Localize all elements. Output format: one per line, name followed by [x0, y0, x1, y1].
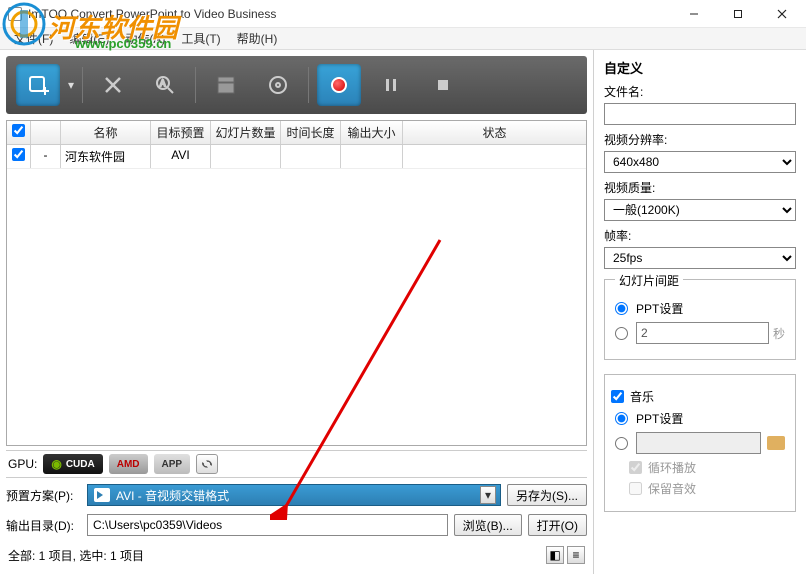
row-checkbox[interactable] — [12, 148, 25, 161]
music-fieldset: 音乐 PPT设置 循环播放 保留音效 — [604, 374, 796, 512]
menu-tool[interactable]: 工具(T) — [175, 28, 226, 49]
menu-action[interactable]: 动作(A) — [119, 28, 171, 49]
menu-help[interactable]: 帮助(H) — [231, 28, 284, 49]
resolution-select[interactable]: 640x480 — [604, 151, 796, 173]
delete-button[interactable] — [91, 64, 135, 106]
header-checkbox[interactable] — [7, 121, 31, 144]
keep-sfx-checkbox — [629, 482, 642, 495]
music-checkbox[interactable] — [611, 390, 624, 403]
record-icon — [331, 77, 347, 93]
loop-checkbox — [629, 461, 642, 474]
output-dir-input[interactable] — [87, 514, 448, 536]
add-file-button[interactable] — [16, 64, 60, 106]
window-title: ImTOO Convert PowerPoint to Video Busine… — [28, 7, 672, 21]
interval-legend: 幻灯片间距 — [615, 272, 683, 289]
pause-button[interactable] — [369, 64, 413, 106]
header-duration[interactable]: 时间长度 — [281, 121, 341, 144]
folder-icon[interactable] — [767, 436, 785, 450]
interval-fieldset: 幻灯片间距 PPT设置 秒 — [604, 279, 796, 360]
header-status[interactable]: 状态 — [403, 121, 586, 144]
maximize-button[interactable] — [716, 0, 760, 28]
file-table: 名称 目标预置 幻灯片数量 时间长度 输出大小 状态 - 河东软件园 AVI — [6, 120, 587, 446]
resolution-label: 视频分辨率: — [604, 131, 796, 148]
amd-badge[interactable]: AMD — [109, 454, 148, 474]
filename-input[interactable] — [604, 103, 796, 125]
output-label: 输出目录(D): — [6, 517, 81, 534]
gpu-label: GPU: — [6, 457, 37, 471]
table-header: 名称 目标预置 幻灯片数量 时间长度 输出大小 状态 — [7, 121, 586, 145]
table-row[interactable]: - 河东软件园 AVI — [7, 145, 586, 169]
header-preset[interactable]: 目标预置 — [151, 121, 211, 144]
open-button[interactable]: 打开(O) — [528, 514, 587, 536]
close-button[interactable] — [760, 0, 804, 28]
status-text: 全部: 1 项目, 选中: 1 项目 — [8, 547, 144, 564]
disc-button[interactable] — [256, 64, 300, 106]
quality-label: 视频质量: — [604, 179, 796, 196]
interval-seconds-input — [636, 322, 769, 344]
chevron-down-icon: ▾ — [480, 486, 496, 504]
properties-panel: 自定义 文件名: 视频分辨率: 640x480 视频质量: 一般(1200K) … — [593, 50, 806, 574]
search-button[interactable]: A — [143, 64, 187, 106]
menu-file[interactable]: 文件(F) — [8, 28, 59, 49]
header-slides[interactable]: 幻灯片数量 — [211, 121, 281, 144]
settings-button[interactable] — [196, 454, 218, 474]
menu-edit[interactable]: 编辑(E) — [63, 28, 115, 49]
saveas-button[interactable]: 另存为(S)... — [507, 484, 587, 506]
music-ppt-radio[interactable] — [615, 412, 628, 425]
gpu-bar: GPU: ◉CUDA AMD APP — [6, 450, 587, 478]
preset-icon — [94, 488, 110, 502]
titlebar: ImTOO Convert PowerPoint to Video Busine… — [0, 0, 806, 28]
cuda-badge[interactable]: ◉CUDA — [43, 454, 102, 474]
menubar: 文件(F) 编辑(E) 动作(A) 工具(T) 帮助(H) — [0, 28, 806, 50]
header-size[interactable]: 输出大小 — [341, 121, 403, 144]
interval-custom-radio[interactable] — [615, 327, 628, 340]
music-path-input — [636, 432, 761, 454]
filename-label: 文件名: — [604, 83, 796, 100]
status-icon-2[interactable]: ≡ — [567, 546, 585, 564]
header-name[interactable]: 名称 — [61, 121, 151, 144]
clapper-button[interactable] — [204, 64, 248, 106]
stop-button[interactable] — [421, 64, 465, 106]
svg-text:A: A — [160, 79, 166, 88]
fps-select[interactable]: 25fps — [604, 247, 796, 269]
minimize-button[interactable] — [672, 0, 716, 28]
status-icon-1[interactable]: ◧ — [546, 546, 564, 564]
main-toolbar: ▾ A — [6, 56, 587, 114]
app-icon — [8, 7, 22, 21]
record-button[interactable] — [317, 64, 361, 106]
panel-title: 自定义 — [604, 58, 796, 77]
preset-select[interactable]: AVI - 音视频交错格式 ▾ — [87, 484, 501, 506]
app-badge[interactable]: APP — [154, 454, 191, 474]
preset-label: 预置方案(P): — [6, 487, 81, 504]
quality-select[interactable]: 一般(1200K) — [604, 199, 796, 221]
interval-ppt-radio[interactable] — [615, 302, 628, 315]
browse-button[interactable]: 浏览(B)... — [454, 514, 522, 536]
preset-value: AVI - 音视频交错格式 — [116, 487, 229, 504]
dropdown-icon[interactable]: ▾ — [68, 78, 74, 92]
fps-label: 帧率: — [604, 227, 796, 244]
music-custom-radio[interactable] — [615, 437, 628, 450]
